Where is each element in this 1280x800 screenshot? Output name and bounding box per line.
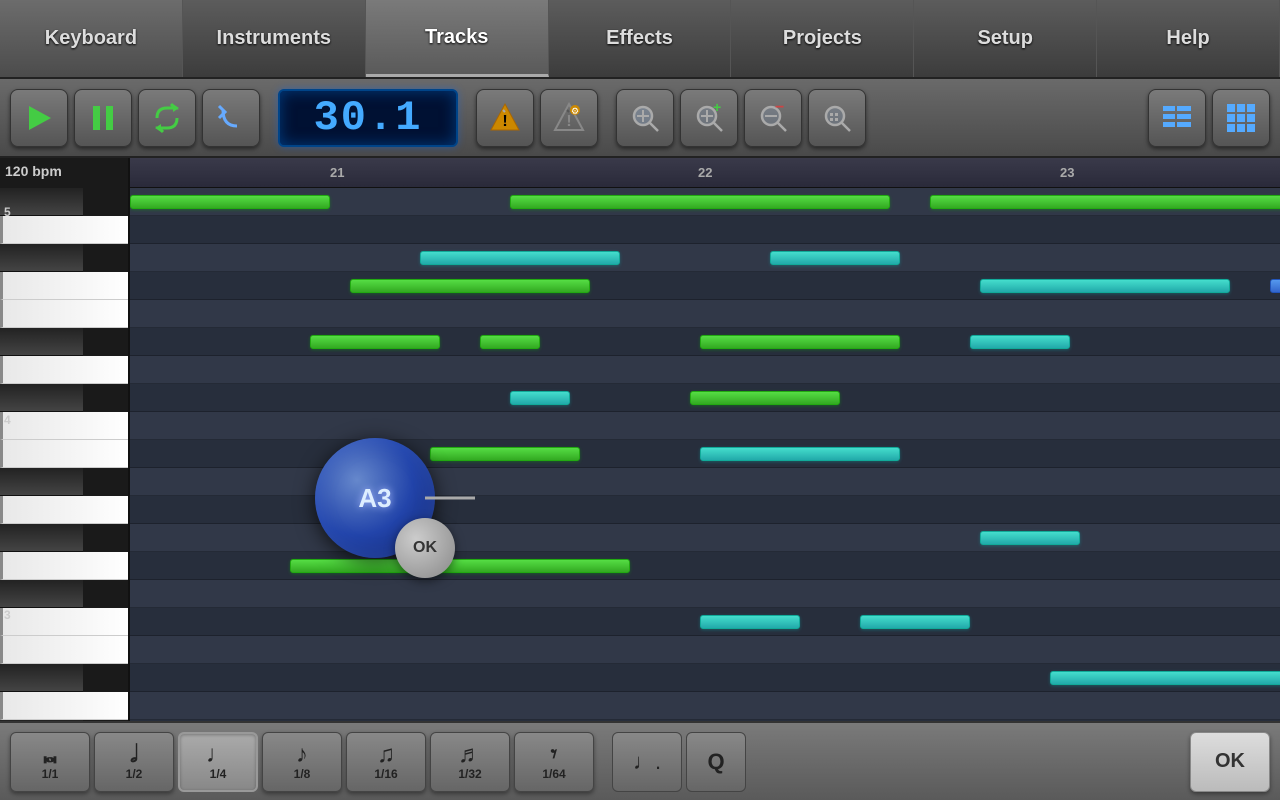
pause-button[interactable]	[74, 89, 132, 147]
svg-text:!: !	[502, 113, 507, 130]
dotted-note-icon: ♩.	[633, 749, 661, 775]
metronome-warning-1[interactable]: !	[476, 89, 534, 147]
note-button-1-16[interactable]: ♫ 1/16	[346, 732, 426, 792]
undo-button[interactable]	[202, 89, 260, 147]
tab-instruments[interactable]: Instruments	[183, 0, 366, 77]
piano-keyboard: 120 bpm 5 4 3	[0, 158, 130, 721]
dotted-note-button[interactable]: ♩.	[612, 732, 682, 792]
grid-view-button[interactable]	[1212, 89, 1270, 147]
ruler-mark-21: 21	[330, 165, 344, 180]
pitch-bubble: A3 OK	[315, 438, 435, 558]
tempo-display: 30.1	[278, 89, 458, 147]
zoom-out-button[interactable]: −	[744, 89, 802, 147]
top-navigation: Keyboard Instruments Tracks Effects Proj…	[0, 0, 1280, 79]
svg-text:⚙: ⚙	[571, 106, 579, 116]
svg-text:−: −	[775, 102, 784, 116]
track-area: 21 22 23 A3 OK	[130, 158, 1280, 721]
tab-projects[interactable]: Projects	[731, 0, 914, 77]
zoom-in-button[interactable]: +	[680, 89, 738, 147]
main-area: 120 bpm 5 4 3 21 22 23	[0, 158, 1280, 721]
list-view-button[interactable]	[1148, 89, 1206, 147]
loop-button[interactable]	[138, 89, 196, 147]
play-button[interactable]	[10, 89, 68, 147]
zoom-select-button[interactable]	[808, 89, 866, 147]
tab-keyboard[interactable]: Keyboard	[0, 0, 183, 77]
zoom-fit-button[interactable]	[616, 89, 674, 147]
quantize-label: Q	[707, 749, 724, 775]
note-button-1-4[interactable]: ♩ 1/4	[178, 732, 258, 792]
note-button-1-32[interactable]: ♬ 1/32	[430, 732, 510, 792]
bpm-label: 120 bpm	[5, 163, 62, 179]
toolbar: 30.1 ! ! ⚙	[0, 79, 1280, 158]
svg-text:+: +	[713, 102, 721, 115]
note-button-1-2[interactable]: 𝅗𝅥 1/2	[94, 732, 174, 792]
note-button-1-1[interactable]: 𝅜 1/1	[10, 732, 90, 792]
bottom-bar: 𝅜 1/1 𝅗𝅥 1/2 ♩ 1/4 ♪ 1/8 ♫ 1/16 ♬ 1/32 𝄾…	[0, 721, 1280, 800]
ruler-mark-23: 23	[1060, 165, 1074, 180]
note-button-1-8[interactable]: ♪ 1/8	[262, 732, 342, 792]
tab-tracks[interactable]: Tracks	[366, 0, 549, 77]
ruler-mark-22: 22	[698, 165, 712, 180]
track-ruler: 21 22 23	[130, 158, 1280, 188]
ok-button[interactable]: OK	[1190, 732, 1270, 792]
ok-label: OK	[1215, 750, 1245, 773]
tab-effects[interactable]: Effects	[549, 0, 732, 77]
note-button-1-64[interactable]: 𝄾 1/64	[514, 732, 594, 792]
quantize-button[interactable]: Q	[686, 732, 746, 792]
pitch-ok-button[interactable]: OK	[395, 518, 455, 578]
tab-setup[interactable]: Setup	[914, 0, 1097, 77]
pitch-note-label: A3	[358, 483, 391, 514]
pitch-bubble-line	[425, 497, 475, 500]
tab-help[interactable]: Help	[1097, 0, 1280, 77]
pitch-bubble-circle[interactable]: A3 OK	[315, 438, 435, 558]
track-content: A3 OK	[130, 188, 1280, 721]
metronome-warning-2[interactable]: ! ⚙	[540, 89, 598, 147]
